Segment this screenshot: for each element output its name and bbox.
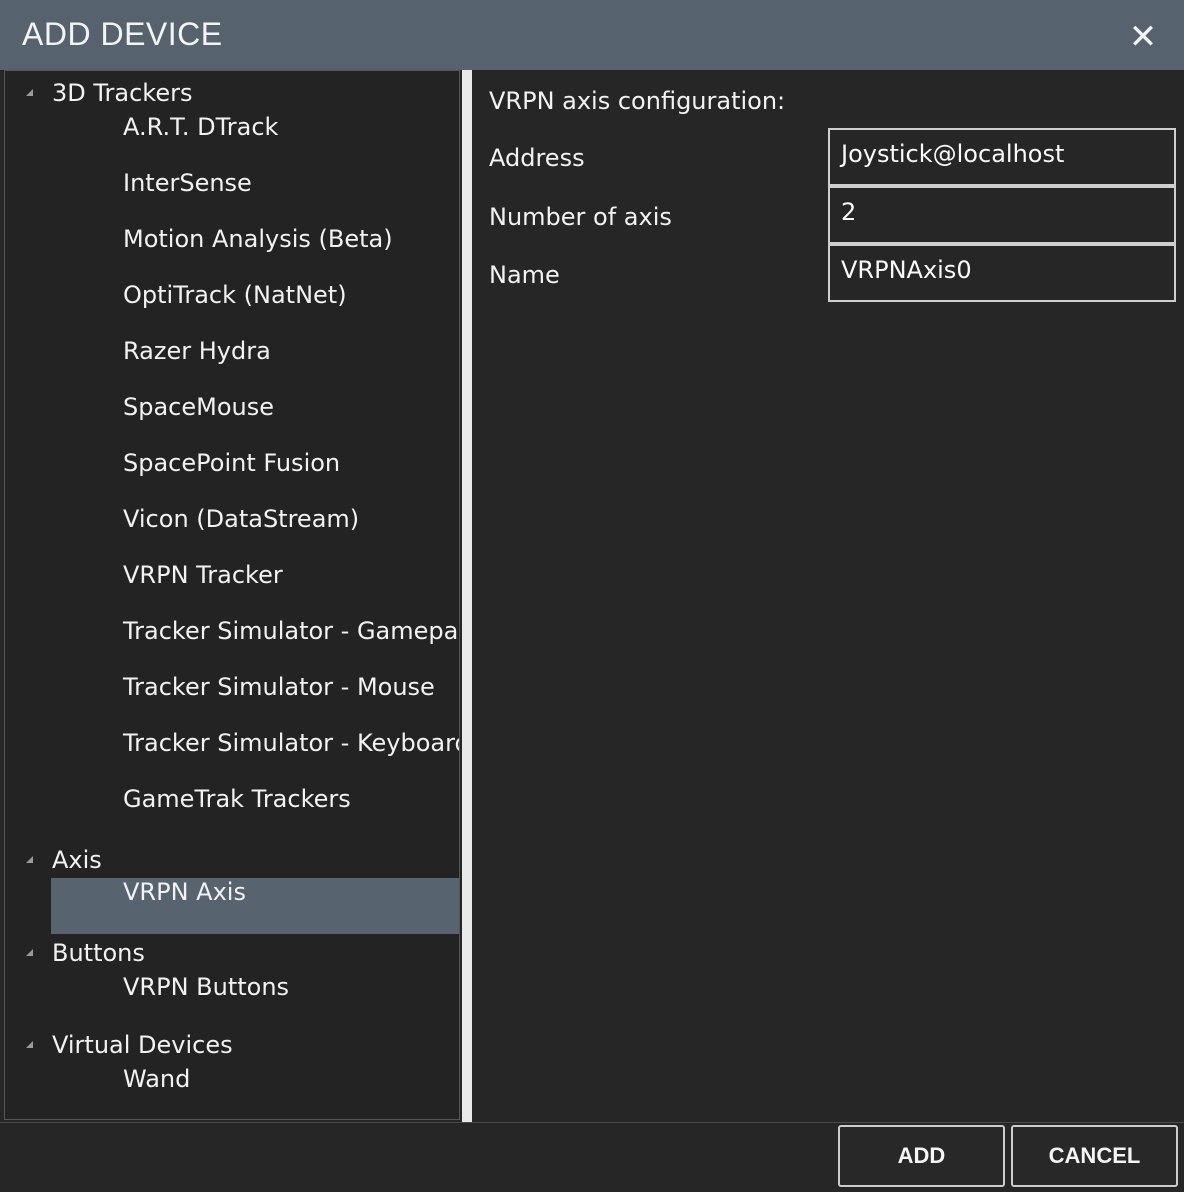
tree-item-vrpn-tracker[interactable]: VRPN Tracker — [51, 561, 459, 617]
collapse-triangle-icon[interactable] — [26, 89, 33, 96]
tree-item-tracker-sim-mouse[interactable]: Tracker Simulator - Mouse — [51, 673, 459, 729]
collapse-triangle-icon[interactable] — [26, 1041, 33, 1048]
tree-item-optitrack[interactable]: OptiTrack (NatNet) — [51, 281, 459, 337]
tree-item-spacemouse[interactable]: SpaceMouse — [51, 393, 459, 449]
number-of-axis-label: Number of axis — [489, 203, 672, 231]
tree-item-tracker-sim-gamepad[interactable]: Tracker Simulator - Gamepad — [51, 617, 459, 673]
address-label: Address — [489, 144, 585, 172]
dialog-footer — [0, 1122, 1184, 1192]
title-bar: ADD DEVICE ✕ — [0, 0, 1184, 70]
config-title: VRPN axis configuration: — [489, 87, 786, 115]
tree-item-razer-hydra[interactable]: Razer Hydra — [51, 337, 459, 393]
tree-item-vrpn-axis[interactable]: VRPN Axis — [51, 878, 459, 934]
tree-item-wand[interactable]: Wand — [51, 1065, 459, 1119]
close-icon[interactable]: ✕ — [1124, 18, 1162, 56]
add-button[interactable]: ADD — [838, 1125, 1005, 1187]
tree-item-spacepoint-fusion[interactable]: SpacePoint Fusion — [51, 449, 459, 505]
tree-item-intersense[interactable]: InterSense — [51, 169, 459, 225]
tree-item-vicon[interactable]: Vicon (DataStream) — [51, 505, 459, 561]
address-input[interactable]: Joystick@localhost — [828, 128, 1176, 186]
number-of-axis-input[interactable]: 2 — [828, 186, 1176, 244]
tree-item-vrpn-buttons[interactable]: VRPN Buttons — [51, 973, 459, 1029]
config-panel: VRPN axis configuration: Address Joystic… — [472, 70, 1184, 1122]
tree-item-gametrak[interactable]: GameTrak Trackers — [51, 785, 459, 841]
dialog-title: ADD DEVICE — [22, 16, 223, 52]
cancel-button[interactable]: CANCEL — [1011, 1125, 1178, 1187]
device-tree[interactable]: 3D Trackers A.R.T. DTrack InterSense Mot… — [4, 70, 460, 1120]
collapse-triangle-icon[interactable] — [26, 856, 33, 863]
name-label: Name — [489, 261, 560, 289]
panel-splitter[interactable] — [462, 70, 472, 1122]
tree-item-tracker-sim-keyboard[interactable]: Tracker Simulator - Keyboard — [51, 729, 459, 785]
collapse-triangle-icon[interactable] — [26, 949, 33, 956]
tree-item-art-dtrack[interactable]: A.R.T. DTrack — [51, 113, 459, 169]
tree-item-motion-analysis[interactable]: Motion Analysis (Beta) — [51, 225, 459, 281]
name-input[interactable]: VRPNAxis0 — [828, 244, 1176, 302]
